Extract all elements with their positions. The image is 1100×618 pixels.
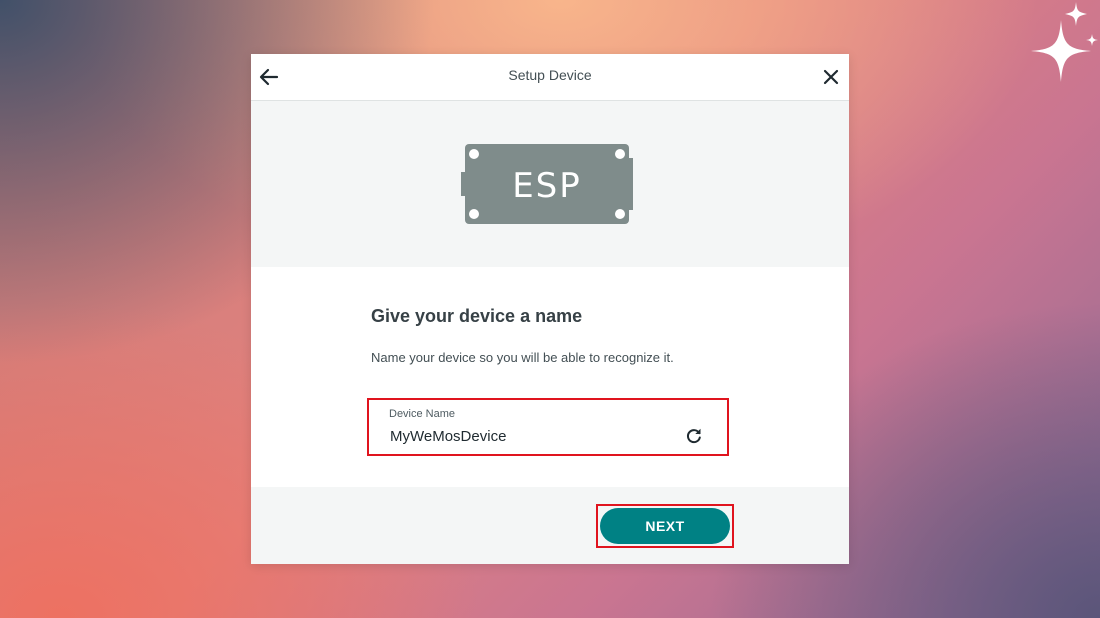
sparkle-decoration [1031,2,1098,82]
esp-board-icon: ESP [461,144,633,224]
device-name-input[interactable] [390,426,670,446]
device-name-label: Device Name [389,408,456,420]
close-icon [823,69,839,85]
next-button[interactable]: NEXT [600,508,730,544]
dialog-footer: NEXT [251,487,849,564]
section-heading: Give your device a name [371,306,583,326]
close-button[interactable] [819,65,843,89]
refresh-name-button[interactable] [684,426,704,446]
refresh-icon [686,428,701,444]
device-name-field[interactable]: Device Name [370,401,726,453]
dialog-header: Setup Device [251,54,849,101]
device-illustration-panel: ESP [251,101,849,267]
setup-device-dialog: Setup Device ESP Give your device a name… [251,54,849,564]
dialog-title: Setup Device [508,67,592,83]
section-description: Name your device so you will be able to … [371,350,674,365]
dialog-body: Give your device a name Name your device… [251,267,849,487]
board-label: ESP [512,166,582,206]
